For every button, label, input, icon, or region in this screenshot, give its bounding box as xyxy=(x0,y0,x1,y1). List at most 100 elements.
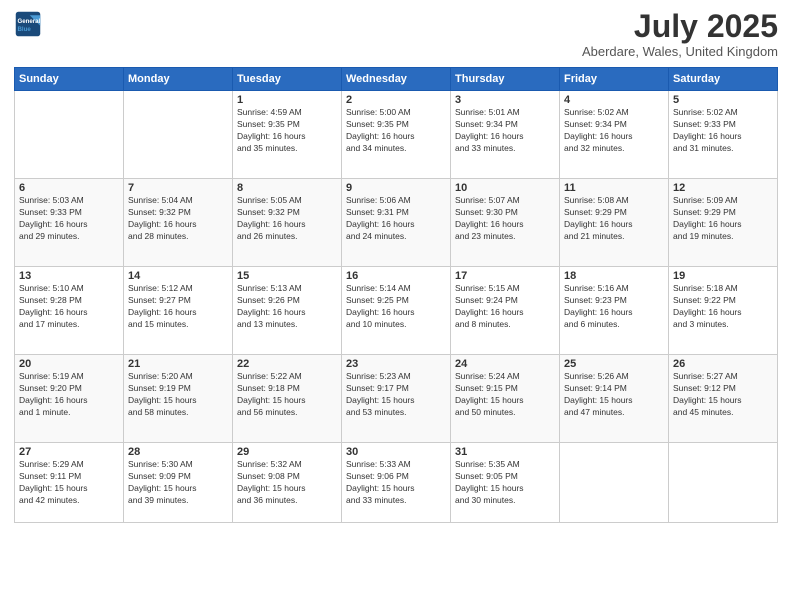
table-row: 18Sunrise: 5:16 AM Sunset: 9:23 PM Dayli… xyxy=(560,267,669,355)
svg-text:Blue: Blue xyxy=(18,26,32,33)
day-number: 20 xyxy=(19,358,119,370)
table-row: 16Sunrise: 5:14 AM Sunset: 9:25 PM Dayli… xyxy=(342,267,451,355)
day-number: 15 xyxy=(237,270,337,282)
col-friday: Friday xyxy=(560,68,669,91)
month-year: July 2025 xyxy=(582,10,778,42)
day-info: Sunrise: 5:14 AM Sunset: 9:25 PM Dayligh… xyxy=(346,283,446,331)
day-info: Sunrise: 5:08 AM Sunset: 9:29 PM Dayligh… xyxy=(564,195,664,243)
header: General Blue July 2025 Aberdare, Wales, … xyxy=(14,10,778,59)
day-info: Sunrise: 5:07 AM Sunset: 9:30 PM Dayligh… xyxy=(455,195,555,243)
day-info: Sunrise: 5:22 AM Sunset: 9:18 PM Dayligh… xyxy=(237,371,337,419)
table-row: 14Sunrise: 5:12 AM Sunset: 9:27 PM Dayli… xyxy=(124,267,233,355)
day-number: 11 xyxy=(564,182,664,194)
day-number: 21 xyxy=(128,358,228,370)
page: General Blue July 2025 Aberdare, Wales, … xyxy=(0,0,792,612)
table-row: 15Sunrise: 5:13 AM Sunset: 9:26 PM Dayli… xyxy=(233,267,342,355)
calendar-week-row: 20Sunrise: 5:19 AM Sunset: 9:20 PM Dayli… xyxy=(15,355,778,443)
day-number: 24 xyxy=(455,358,555,370)
table-row xyxy=(15,91,124,179)
day-info: Sunrise: 5:35 AM Sunset: 9:05 PM Dayligh… xyxy=(455,459,555,507)
calendar-week-row: 1Sunrise: 4:59 AM Sunset: 9:35 PM Daylig… xyxy=(15,91,778,179)
day-number: 4 xyxy=(564,94,664,106)
day-number: 9 xyxy=(346,182,446,194)
table-row: 24Sunrise: 5:24 AM Sunset: 9:15 PM Dayli… xyxy=(451,355,560,443)
day-info: Sunrise: 5:12 AM Sunset: 9:27 PM Dayligh… xyxy=(128,283,228,331)
table-row: 13Sunrise: 5:10 AM Sunset: 9:28 PM Dayli… xyxy=(15,267,124,355)
table-row xyxy=(669,443,778,523)
col-sunday: Sunday xyxy=(15,68,124,91)
table-row: 21Sunrise: 5:20 AM Sunset: 9:19 PM Dayli… xyxy=(124,355,233,443)
table-row: 31Sunrise: 5:35 AM Sunset: 9:05 PM Dayli… xyxy=(451,443,560,523)
table-row: 8Sunrise: 5:05 AM Sunset: 9:32 PM Daylig… xyxy=(233,179,342,267)
day-info: Sunrise: 5:20 AM Sunset: 9:19 PM Dayligh… xyxy=(128,371,228,419)
day-info: Sunrise: 5:26 AM Sunset: 9:14 PM Dayligh… xyxy=(564,371,664,419)
day-info: Sunrise: 5:09 AM Sunset: 9:29 PM Dayligh… xyxy=(673,195,773,243)
day-number: 30 xyxy=(346,446,446,458)
day-number: 26 xyxy=(673,358,773,370)
day-info: Sunrise: 5:06 AM Sunset: 9:31 PM Dayligh… xyxy=(346,195,446,243)
table-row: 5Sunrise: 5:02 AM Sunset: 9:33 PM Daylig… xyxy=(669,91,778,179)
table-row: 6Sunrise: 5:03 AM Sunset: 9:33 PM Daylig… xyxy=(15,179,124,267)
location: Aberdare, Wales, United Kingdom xyxy=(582,44,778,59)
day-info: Sunrise: 5:32 AM Sunset: 9:08 PM Dayligh… xyxy=(237,459,337,507)
day-number: 22 xyxy=(237,358,337,370)
day-number: 25 xyxy=(564,358,664,370)
table-row: 30Sunrise: 5:33 AM Sunset: 9:06 PM Dayli… xyxy=(342,443,451,523)
day-number: 1 xyxy=(237,94,337,106)
day-info: Sunrise: 5:19 AM Sunset: 9:20 PM Dayligh… xyxy=(19,371,119,419)
calendar-week-row: 6Sunrise: 5:03 AM Sunset: 9:33 PM Daylig… xyxy=(15,179,778,267)
day-number: 2 xyxy=(346,94,446,106)
day-number: 14 xyxy=(128,270,228,282)
day-number: 18 xyxy=(564,270,664,282)
day-number: 31 xyxy=(455,446,555,458)
day-info: Sunrise: 5:33 AM Sunset: 9:06 PM Dayligh… xyxy=(346,459,446,507)
col-tuesday: Tuesday xyxy=(233,68,342,91)
day-info: Sunrise: 5:04 AM Sunset: 9:32 PM Dayligh… xyxy=(128,195,228,243)
day-info: Sunrise: 4:59 AM Sunset: 9:35 PM Dayligh… xyxy=(237,107,337,155)
day-number: 27 xyxy=(19,446,119,458)
table-row xyxy=(560,443,669,523)
col-wednesday: Wednesday xyxy=(342,68,451,91)
day-info: Sunrise: 5:02 AM Sunset: 9:33 PM Dayligh… xyxy=(673,107,773,155)
table-row: 1Sunrise: 4:59 AM Sunset: 9:35 PM Daylig… xyxy=(233,91,342,179)
day-info: Sunrise: 5:13 AM Sunset: 9:26 PM Dayligh… xyxy=(237,283,337,331)
day-number: 6 xyxy=(19,182,119,194)
day-number: 29 xyxy=(237,446,337,458)
table-row: 27Sunrise: 5:29 AM Sunset: 9:11 PM Dayli… xyxy=(15,443,124,523)
table-row xyxy=(124,91,233,179)
day-number: 12 xyxy=(673,182,773,194)
day-info: Sunrise: 5:05 AM Sunset: 9:32 PM Dayligh… xyxy=(237,195,337,243)
day-info: Sunrise: 5:02 AM Sunset: 9:34 PM Dayligh… xyxy=(564,107,664,155)
table-row: 29Sunrise: 5:32 AM Sunset: 9:08 PM Dayli… xyxy=(233,443,342,523)
table-row: 23Sunrise: 5:23 AM Sunset: 9:17 PM Dayli… xyxy=(342,355,451,443)
day-info: Sunrise: 5:15 AM Sunset: 9:24 PM Dayligh… xyxy=(455,283,555,331)
table-row: 4Sunrise: 5:02 AM Sunset: 9:34 PM Daylig… xyxy=(560,91,669,179)
day-info: Sunrise: 5:10 AM Sunset: 9:28 PM Dayligh… xyxy=(19,283,119,331)
table-row: 25Sunrise: 5:26 AM Sunset: 9:14 PM Dayli… xyxy=(560,355,669,443)
col-monday: Monday xyxy=(124,68,233,91)
day-info: Sunrise: 5:16 AM Sunset: 9:23 PM Dayligh… xyxy=(564,283,664,331)
day-info: Sunrise: 5:01 AM Sunset: 9:34 PM Dayligh… xyxy=(455,107,555,155)
table-row: 19Sunrise: 5:18 AM Sunset: 9:22 PM Dayli… xyxy=(669,267,778,355)
table-row: 9Sunrise: 5:06 AM Sunset: 9:31 PM Daylig… xyxy=(342,179,451,267)
table-row: 17Sunrise: 5:15 AM Sunset: 9:24 PM Dayli… xyxy=(451,267,560,355)
col-saturday: Saturday xyxy=(669,68,778,91)
day-info: Sunrise: 5:00 AM Sunset: 9:35 PM Dayligh… xyxy=(346,107,446,155)
calendar-header-row: Sunday Monday Tuesday Wednesday Thursday… xyxy=(15,68,778,91)
day-info: Sunrise: 5:03 AM Sunset: 9:33 PM Dayligh… xyxy=(19,195,119,243)
day-info: Sunrise: 5:18 AM Sunset: 9:22 PM Dayligh… xyxy=(673,283,773,331)
table-row: 22Sunrise: 5:22 AM Sunset: 9:18 PM Dayli… xyxy=(233,355,342,443)
day-number: 28 xyxy=(128,446,228,458)
col-thursday: Thursday xyxy=(451,68,560,91)
day-number: 23 xyxy=(346,358,446,370)
table-row: 12Sunrise: 5:09 AM Sunset: 9:29 PM Dayli… xyxy=(669,179,778,267)
day-number: 10 xyxy=(455,182,555,194)
table-row: 2Sunrise: 5:00 AM Sunset: 9:35 PM Daylig… xyxy=(342,91,451,179)
table-row: 11Sunrise: 5:08 AM Sunset: 9:29 PM Dayli… xyxy=(560,179,669,267)
day-info: Sunrise: 5:30 AM Sunset: 9:09 PM Dayligh… xyxy=(128,459,228,507)
day-info: Sunrise: 5:24 AM Sunset: 9:15 PM Dayligh… xyxy=(455,371,555,419)
calendar: Sunday Monday Tuesday Wednesday Thursday… xyxy=(14,67,778,523)
day-info: Sunrise: 5:27 AM Sunset: 9:12 PM Dayligh… xyxy=(673,371,773,419)
day-number: 8 xyxy=(237,182,337,194)
calendar-week-row: 27Sunrise: 5:29 AM Sunset: 9:11 PM Dayli… xyxy=(15,443,778,523)
